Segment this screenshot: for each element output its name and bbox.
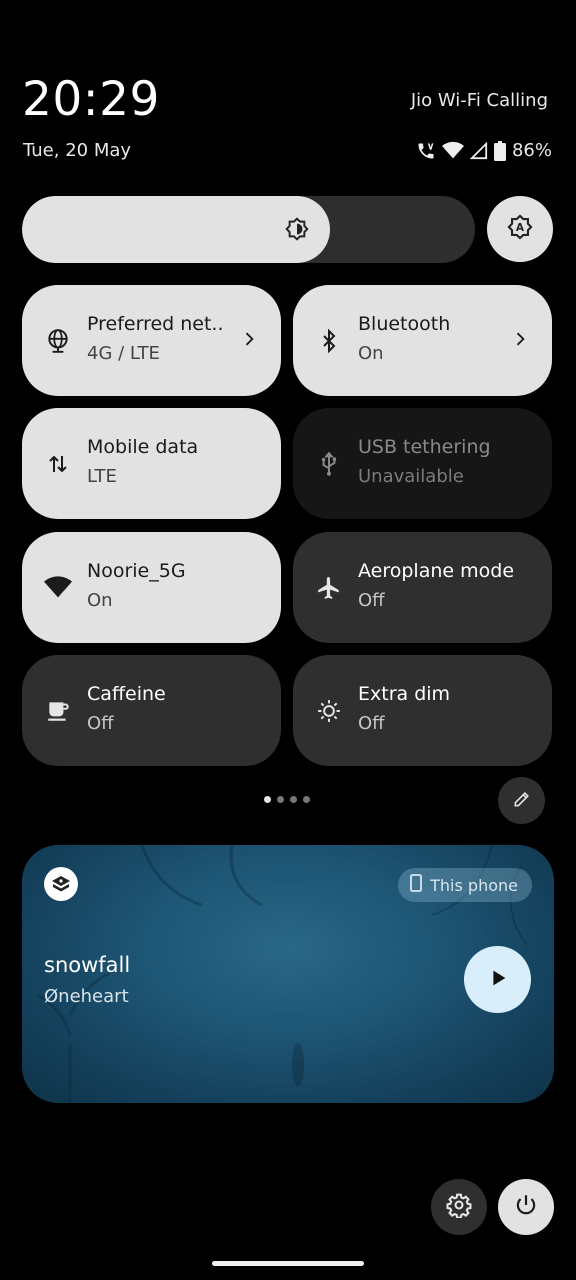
- settings-button[interactable]: [431, 1179, 487, 1235]
- power-button[interactable]: [498, 1179, 554, 1235]
- page-dot: [290, 796, 297, 803]
- page-dot: [277, 796, 284, 803]
- phone-icon: [410, 874, 423, 896]
- tile-label: Mobile data: [87, 436, 199, 458]
- tile-label: Caffeine: [87, 683, 166, 705]
- brightness-icon: [284, 216, 310, 246]
- tile-caffeine[interactable]: Caffeine Off: [22, 655, 281, 766]
- tile-label: Preferred net..: [87, 313, 224, 335]
- tile-bluetooth[interactable]: Bluetooth On: [293, 285, 552, 396]
- media-player-card[interactable]: This phone snowfall Øneheart: [22, 845, 554, 1103]
- status-bar-icons: 86%: [416, 140, 552, 161]
- tile-state: LTE: [87, 466, 117, 487]
- chevron-right-icon[interactable]: [239, 329, 259, 353]
- play-button[interactable]: [464, 946, 531, 1013]
- song-title: snowfall: [44, 953, 131, 977]
- tile-label: USB tethering: [358, 436, 491, 458]
- power-icon: [513, 1192, 539, 1222]
- page-indicator[interactable]: [264, 796, 310, 803]
- clock[interactable]: 20:29: [22, 72, 160, 127]
- edit-tiles-button[interactable]: [498, 777, 545, 824]
- tile-state: On: [358, 343, 384, 364]
- tile-state: Off: [358, 713, 385, 734]
- play-icon: [487, 967, 509, 993]
- globe-icon: [44, 327, 72, 355]
- wifi-icon: [441, 141, 464, 161]
- extra-dim-icon: [315, 697, 343, 725]
- tile-preferred-network[interactable]: Preferred net.. 4G / LTE: [22, 285, 281, 396]
- tile-state: Off: [358, 590, 385, 611]
- pencil-icon: [512, 789, 532, 813]
- tile-label: Aeroplane mode: [358, 560, 515, 582]
- tile-state: Off: [87, 713, 114, 734]
- tile-aeroplane-mode[interactable]: Aeroplane mode Off: [293, 532, 552, 643]
- tile-extra-dim[interactable]: Extra dim Off: [293, 655, 552, 766]
- tile-state: On: [87, 590, 113, 611]
- output-device-chip[interactable]: This phone: [398, 868, 532, 902]
- tile-state: 4G / LTE: [87, 343, 160, 364]
- auto-brightness-icon: A: [506, 213, 534, 245]
- wifi-calling-icon: [416, 141, 436, 161]
- music-app-icon[interactable]: [44, 867, 78, 901]
- chevron-right-icon[interactable]: [510, 329, 530, 353]
- svg-text:A: A: [516, 222, 525, 234]
- carrier-label: Jio Wi-Fi Calling: [410, 90, 548, 111]
- brightness-slider[interactable]: [22, 196, 475, 263]
- page-dot: [303, 796, 310, 803]
- gear-icon: [446, 1192, 472, 1222]
- usb-icon: [315, 450, 343, 478]
- song-artist: Øneheart: [44, 986, 129, 1007]
- tile-usb-tethering[interactable]: USB tethering Unavailable: [293, 408, 552, 519]
- signal-icon: [469, 141, 488, 160]
- wifi-icon: [44, 574, 72, 602]
- quick-settings-panel: 20:29 Jio Wi-Fi Calling Tue, 20 May 86% …: [0, 0, 576, 1280]
- page-dot: [264, 796, 271, 803]
- auto-brightness-button[interactable]: A: [487, 196, 553, 262]
- tile-label: Extra dim: [358, 683, 451, 705]
- airplane-icon: [315, 574, 343, 602]
- bluetooth-icon: [315, 327, 343, 355]
- tile-label: Noorie_5G: [87, 560, 186, 582]
- gesture-nav-handle[interactable]: [212, 1261, 364, 1266]
- tile-wifi[interactable]: Noorie_5G On: [22, 532, 281, 643]
- data-arrows-icon: [44, 450, 72, 478]
- battery-icon: [493, 140, 506, 161]
- date[interactable]: Tue, 20 May: [23, 140, 131, 161]
- tile-mobile-data[interactable]: Mobile data LTE: [22, 408, 281, 519]
- battery-percentage: 86%: [511, 140, 552, 161]
- tile-state: Unavailable: [358, 466, 464, 487]
- output-device-label: This phone: [430, 875, 518, 895]
- cup-icon: [44, 697, 72, 725]
- tile-label: Bluetooth: [358, 313, 451, 335]
